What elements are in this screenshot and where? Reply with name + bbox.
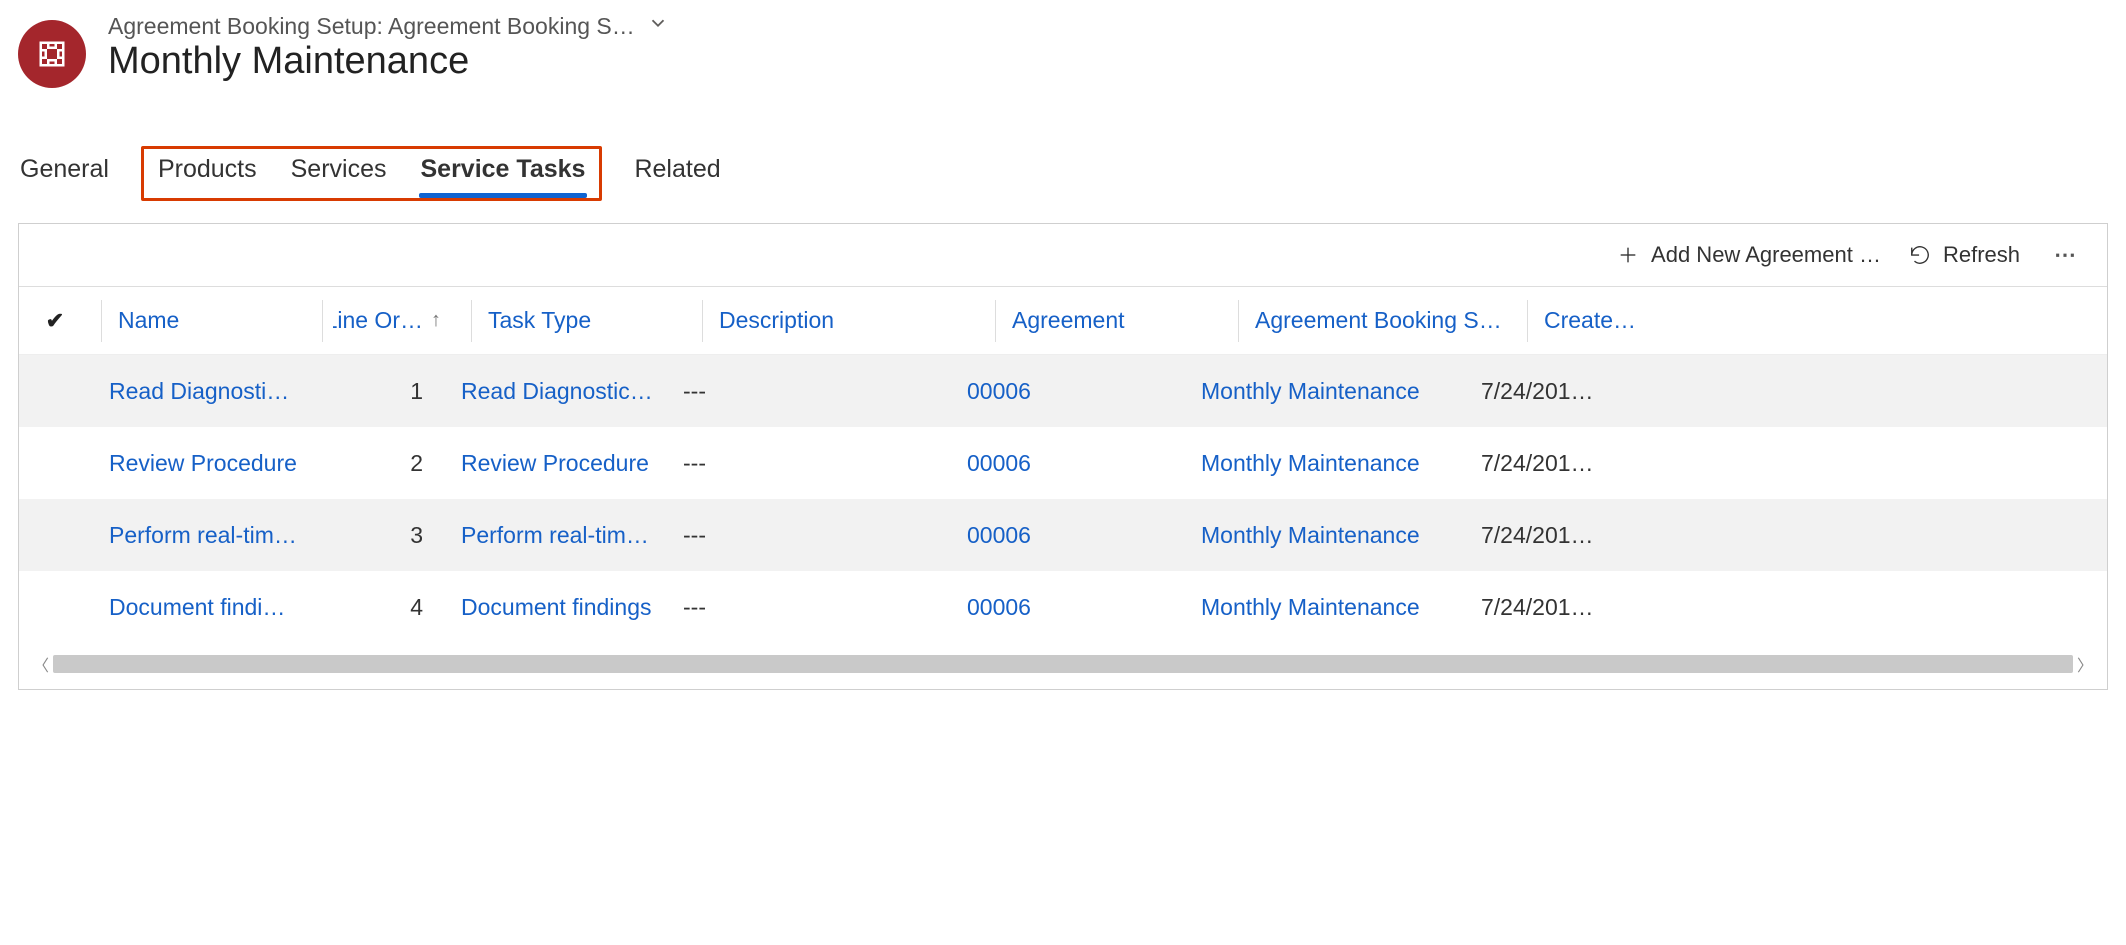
column-header-line-order-label: Line Or… <box>333 307 423 334</box>
sort-ascending-icon: ↑ <box>431 309 441 332</box>
table-row[interactable]: Perform real-time insp 3 Perform real-time… <box>19 499 2107 571</box>
scroll-right-icon[interactable]: 〉 <box>2073 652 2097 676</box>
cell-abs[interactable]: Monthly Maintenance <box>1195 378 1463 405</box>
entity-icon <box>18 20 86 88</box>
cell-task-type[interactable]: Perform real-time insp <box>455 522 665 549</box>
cell-name[interactable]: Document findings <box>103 594 303 621</box>
cell-description: --- <box>677 378 949 405</box>
cell-line-order: 1 <box>315 378 443 405</box>
cell-name[interactable]: Read Diagnostic Codes <box>103 378 303 405</box>
cell-line-order: 4 <box>315 594 443 621</box>
table-row[interactable]: Document findings 4 Document findings --- 00… <box>19 571 2107 643</box>
column-header-name[interactable]: Name <box>112 297 312 344</box>
tab-related[interactable]: Related <box>632 149 722 198</box>
cell-agreement[interactable]: 00006 <box>961 378 1183 405</box>
breadcrumb-label: Agreement Booking Setup: Agreement Booki… <box>108 13 635 40</box>
cell-abs[interactable]: Monthly Maintenance <box>1195 594 1463 621</box>
scroll-left-icon[interactable]: 〈 <box>29 652 53 676</box>
cell-abs[interactable]: Monthly Maintenance <box>1195 450 1463 477</box>
scroll-track[interactable] <box>53 655 2073 673</box>
add-new-label: Add New Agreement … <box>1651 242 1881 268</box>
tabs: General Products Services Service Tasks … <box>18 146 2108 201</box>
tab-services[interactable]: Services <box>289 149 389 198</box>
grid-header: ✔ Name Line Or… ↑ Task Type Description … <box>19 287 2107 355</box>
column-header-description[interactable]: Description <box>713 297 985 344</box>
cell-name[interactable]: Perform real-time insp <box>103 522 303 549</box>
subgrid-panel: Add New Agreement … Refresh ⋯ ✔ Name Lin… <box>18 223 2108 690</box>
column-header-created[interactable]: Create… <box>1538 297 1664 344</box>
grid-body: Read Diagnostic Codes 1 Read Diagnostic Co… <box>19 355 2107 643</box>
table-row[interactable]: Read Diagnostic Codes 1 Read Diagnostic Co… <box>19 355 2107 427</box>
cell-created: 7/24/201… <box>1475 450 1601 477</box>
cell-line-order: 3 <box>315 522 443 549</box>
cell-name[interactable]: Review Procedure <box>103 450 303 477</box>
cell-agreement[interactable]: 00006 <box>961 522 1183 549</box>
cell-abs[interactable]: Monthly Maintenance <box>1195 522 1463 549</box>
refresh-button[interactable]: Refresh <box>1909 242 2020 268</box>
cell-description: --- <box>677 450 949 477</box>
column-header-line-order[interactable]: Line Or… ↑ <box>333 297 461 344</box>
column-header-task-type[interactable]: Task Type <box>482 297 692 344</box>
table-row[interactable]: Review Procedure 2 Review Procedure --- 0000… <box>19 427 2107 499</box>
column-header-abs[interactable]: Agreement Booking S… <box>1249 297 1517 344</box>
cell-description: --- <box>677 594 949 621</box>
cell-task-type[interactable]: Review Procedure <box>455 450 665 477</box>
cell-agreement[interactable]: 00006 <box>961 450 1183 477</box>
check-icon: ✔ <box>46 308 64 334</box>
plus-icon <box>1617 244 1639 266</box>
cell-created: 7/24/201… <box>1475 378 1601 405</box>
breadcrumb[interactable]: Agreement Booking Setup: Agreement Booki… <box>108 12 669 40</box>
cell-agreement[interactable]: 00006 <box>961 594 1183 621</box>
cell-task-type[interactable]: Read Diagnostic Codes <box>455 378 665 405</box>
chevron-down-icon <box>647 12 669 40</box>
add-new-button[interactable]: Add New Agreement … <box>1617 242 1881 268</box>
page-title: Monthly Maintenance <box>108 42 669 82</box>
column-header-agreement[interactable]: Agreement <box>1006 297 1228 344</box>
cell-description: --- <box>677 522 949 549</box>
cell-task-type[interactable]: Document findings <box>455 594 665 621</box>
refresh-icon <box>1909 244 1931 266</box>
cell-line-order: 2 <box>315 450 443 477</box>
horizontal-scrollbar[interactable]: 〈 〉 <box>29 649 2097 679</box>
cell-created: 7/24/201… <box>1475 522 1601 549</box>
tab-products[interactable]: Products <box>156 149 259 198</box>
grid-toolbar: Add New Agreement … Refresh ⋯ <box>19 224 2107 287</box>
tab-general[interactable]: General <box>18 149 111 198</box>
select-all-column[interactable]: ✔ <box>19 308 91 334</box>
more-commands-button[interactable]: ⋯ <box>2048 242 2085 268</box>
refresh-label: Refresh <box>1943 242 2020 268</box>
cell-created: 7/24/201… <box>1475 594 1601 621</box>
annotation-highlight: Products Services Service Tasks <box>141 146 603 201</box>
tab-service-tasks[interactable]: Service Tasks <box>419 149 588 198</box>
